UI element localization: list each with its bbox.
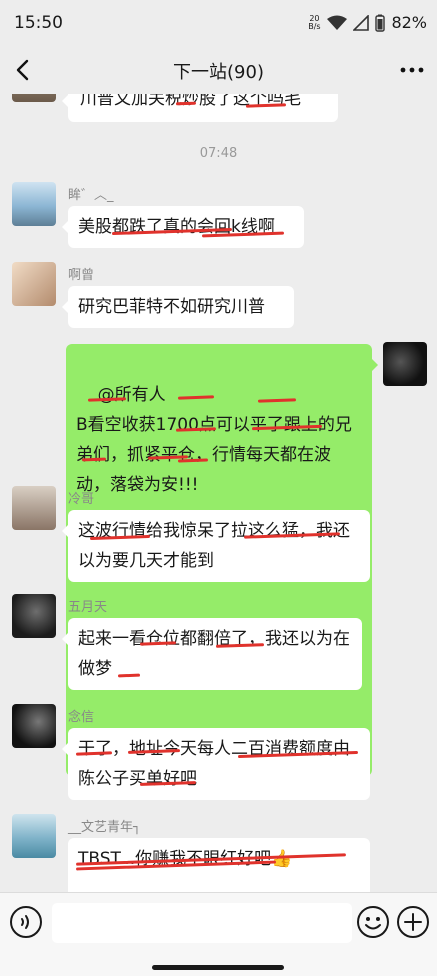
avatar[interactable] [12, 594, 56, 638]
message-bubble[interactable]: TBST...你赚我不眼红好吧👍 [68, 838, 370, 892]
sender-name: 念信 [68, 710, 95, 725]
message-text: 干了，地址今天每人二百消费额度由陈公子买单好吧 [78, 739, 350, 789]
avatar[interactable] [12, 486, 56, 530]
net-speed: 20 B/s [307, 14, 321, 31]
status-bar: 15:50 20 B/s 82% [0, 0, 437, 46]
sender-name: 眸゛︿_ [68, 188, 114, 203]
nav-bar: 下一站(90) [0, 46, 437, 94]
net-speed-unit: B/s [308, 21, 321, 31]
signal-icon [353, 14, 370, 31]
sender-name: 啊曾 [68, 268, 95, 283]
wifi-icon [327, 15, 348, 30]
avatar[interactable] [12, 182, 56, 226]
avatar[interactable] [12, 262, 56, 306]
home-indicator [152, 965, 284, 970]
avatar-self[interactable] [383, 342, 427, 386]
message-bubble[interactable]: 这波行情给我惊呆了拉这么猛，我还以为要几天才能到 [62, 510, 370, 582]
input-bar [0, 892, 437, 976]
battery-level: 82% [391, 13, 427, 32]
message-bubble[interactable]: 美股都跌了真的会回k线啊 [62, 206, 304, 248]
sender-name: 冷哥 [68, 492, 95, 507]
message-bubble[interactable]: 干了，地址今天每人二百消费额度由陈公子买单好吧 [62, 728, 370, 800]
timestamp: 07:48 [199, 146, 238, 161]
more-options-icon[interactable] [399, 56, 425, 84]
status-time: 15:50 [14, 13, 63, 33]
sender-name: __文艺青年┐ [68, 820, 141, 835]
message-text: 研究巴菲特不如研究川普 [78, 297, 265, 317]
message-input[interactable] [52, 903, 352, 943]
message-bubble[interactable]: 川普又加关税炒股了这个吗毛 [62, 94, 338, 122]
sender-name: 五月天 [68, 600, 108, 615]
avatar[interactable] [12, 814, 56, 858]
avatar[interactable] [12, 704, 56, 748]
emoji-icon[interactable] [356, 905, 390, 939]
chat-area[interactable]: 川普又加关税炒股了这个吗毛 07:48 眸゛︿_ 美股都跌了真的会回k线啊 啊曾… [0, 94, 437, 892]
message-text: 起来一看仓位都翻倍了，我还以为在做梦 [78, 629, 350, 679]
avatar[interactable] [12, 94, 56, 102]
message-text: @所有人 B看空收获1700点可以平了跟上的兄弟们，抓紧平仓，行情每天都在波动，… [76, 385, 352, 495]
message-text: 这波行情给我惊呆了拉这么猛，我还以为要几天才能到 [78, 521, 350, 571]
message-bubble[interactable]: 研究巴菲特不如研究川普 [62, 286, 294, 328]
voice-icon[interactable] [9, 905, 43, 939]
chat-title: 下一站(90) [173, 62, 264, 83]
message-bubble[interactable]: 起来一看仓位都翻倍了，我还以为在做梦 [62, 618, 362, 690]
status-icons: 20 B/s 82% [307, 13, 427, 32]
plus-icon[interactable] [396, 905, 430, 939]
battery-icon [375, 14, 386, 32]
